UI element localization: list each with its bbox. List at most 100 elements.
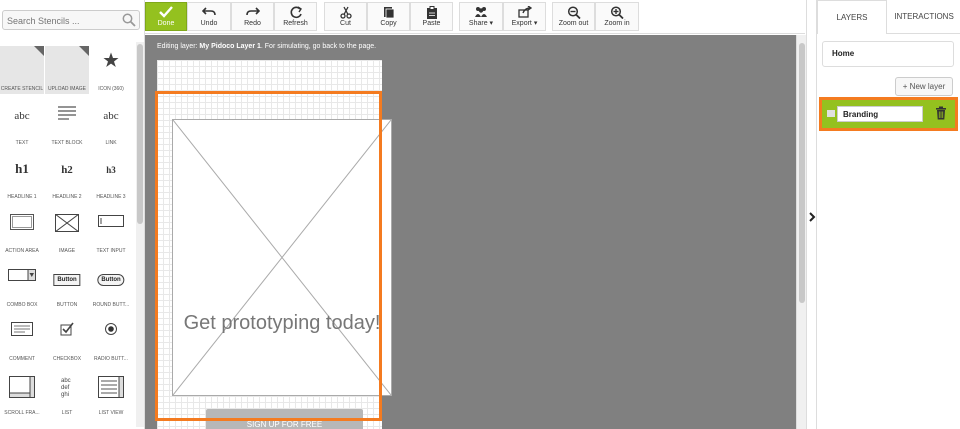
stencil-text-input[interactable]: TEXT INPUT bbox=[89, 208, 133, 256]
layer-visibility-checkbox[interactable] bbox=[827, 110, 835, 117]
button-icon: Button bbox=[53, 268, 81, 286]
stencil-image[interactable]: IMAGE bbox=[45, 208, 89, 256]
stencil-label: TEXT bbox=[15, 140, 29, 146]
copy-button[interactable]: Copy bbox=[367, 2, 410, 31]
stencil-label: SCROLL FRA... bbox=[4, 410, 40, 416]
stencil-label: LIST VIEW bbox=[98, 410, 124, 416]
tab-layers[interactable]: LAYERS bbox=[817, 0, 887, 34]
checkmark-icon bbox=[159, 6, 173, 18]
zoom-out-label: Zoom out bbox=[558, 20, 589, 27]
canvas[interactable]: Editing layer: My Pidoco Layer 1. For si… bbox=[145, 35, 796, 429]
scroll-frame-icon bbox=[9, 376, 35, 403]
undo-button[interactable]: Undo bbox=[187, 2, 231, 31]
list-view-icon bbox=[98, 376, 124, 403]
stencil-label: LIST bbox=[61, 410, 73, 416]
stencil-label: HEADLINE 3 bbox=[96, 194, 126, 200]
stencil-label: BUTTON bbox=[56, 302, 78, 308]
tab-interactions[interactable]: INTERACTIONS bbox=[887, 0, 960, 34]
stencil-scrollbar[interactable] bbox=[136, 42, 144, 427]
link-icon: abc bbox=[103, 106, 118, 124]
text-block-icon bbox=[58, 106, 76, 125]
layer-row-selected[interactable] bbox=[819, 97, 958, 131]
stencil-checkbox[interactable]: CHECKBOX bbox=[45, 316, 89, 364]
right-panel: LAYERS INTERACTIONS Home + New layer bbox=[816, 0, 960, 429]
scrollbar-thumb[interactable] bbox=[137, 44, 143, 224]
stencil-radio-button[interactable]: RADIO BUTT... bbox=[89, 316, 133, 364]
canvas-scrollbar[interactable] bbox=[796, 35, 806, 429]
stencil-text-block[interactable]: TEXT BLOCK bbox=[45, 100, 89, 148]
stencil-label: HEADLINE 2 bbox=[52, 194, 82, 200]
stencil-glyph: Button bbox=[97, 274, 125, 286]
refresh-button[interactable]: Refresh bbox=[274, 2, 317, 31]
svg-text:ghi: ghi bbox=[61, 392, 69, 398]
done-label: Done bbox=[157, 20, 175, 27]
stencil-h2[interactable]: h2 HEADLINE 2 bbox=[45, 154, 89, 202]
h3-icon: h3 bbox=[106, 160, 116, 178]
stencil-label: ACTION AREA bbox=[5, 248, 39, 254]
panel-tabs: LAYERS INTERACTIONS bbox=[817, 0, 960, 34]
layer-name-input[interactable] bbox=[837, 106, 923, 122]
stencil-combo-box[interactable]: COMBO BOX bbox=[0, 262, 44, 310]
stencil-list[interactable]: abc def ghi LIST bbox=[45, 370, 89, 418]
h1-icon: h1 bbox=[15, 160, 29, 178]
zoom-in-button[interactable]: Zoom in bbox=[595, 2, 639, 31]
redo-button[interactable]: Redo bbox=[231, 2, 274, 31]
undo-icon bbox=[202, 7, 216, 16]
note-suffix: . For simulating, go back to the page. bbox=[260, 43, 377, 50]
cut-button[interactable]: Cut bbox=[324, 2, 367, 31]
round-button-icon: Button bbox=[97, 268, 125, 286]
stencil-search[interactable] bbox=[2, 10, 140, 30]
stencil-upload-image[interactable]: UPLOAD IMAGE bbox=[45, 46, 89, 94]
stencil-round-button[interactable]: Button ROUND BUTT... bbox=[89, 262, 133, 310]
combo-box-icon bbox=[8, 268, 36, 286]
export-label: Export ▾ bbox=[511, 20, 538, 27]
app: CREATE STENCILUPLOAD IMAGE ICON (360) abc T… bbox=[0, 0, 960, 429]
paste-button[interactable]: Paste bbox=[410, 2, 453, 31]
copy-label: Copy bbox=[380, 20, 397, 27]
panel-collapse-strip[interactable] bbox=[806, 0, 816, 429]
stencil-comment[interactable]: COMMENT bbox=[0, 316, 44, 364]
cut-label: Cut bbox=[340, 20, 351, 27]
stencil-star[interactable]: ICON (360) bbox=[89, 46, 133, 94]
stencil-text[interactable]: abc TEXT bbox=[0, 100, 44, 148]
stencil-label: UPLOAD IMAGE bbox=[47, 86, 87, 92]
stencil-create-stencil[interactable]: CREATE STENCIL bbox=[0, 46, 44, 94]
stencil-label: HEADLINE 1 bbox=[7, 194, 37, 200]
stencil-h3[interactable]: h3 HEADLINE 3 bbox=[89, 154, 133, 202]
search-input[interactable] bbox=[3, 12, 115, 30]
undo-label: Undo bbox=[200, 20, 218, 27]
search-icon[interactable] bbox=[122, 13, 136, 27]
new-layer-button[interactable]: + New layer bbox=[895, 77, 953, 96]
done-button[interactable]: Done bbox=[145, 2, 187, 31]
copy-icon bbox=[383, 7, 394, 19]
users-icon bbox=[475, 7, 487, 17]
stencil-scroll-frame[interactable]: SCROLL FRA... bbox=[0, 370, 44, 418]
share-button[interactable]: Share ▾ bbox=[459, 2, 503, 31]
trash-icon[interactable] bbox=[935, 106, 947, 120]
stencil-label: ROUND BUTT... bbox=[92, 302, 130, 308]
stencil-panel: CREATE STENCILUPLOAD IMAGE ICON (360) abc T… bbox=[0, 0, 145, 429]
page-home-item[interactable]: Home bbox=[822, 41, 954, 67]
image-icon bbox=[54, 213, 80, 237]
redo-icon bbox=[245, 7, 260, 16]
zoom-in-icon bbox=[610, 6, 624, 19]
comment-icon bbox=[11, 322, 33, 343]
stencil-label: LINK bbox=[105, 140, 117, 146]
stencil-label: TEXT BLOCK bbox=[51, 140, 83, 146]
stencil-h1[interactable]: h1 HEADLINE 1 bbox=[0, 154, 44, 202]
h2-icon: h2 bbox=[61, 160, 73, 178]
stencil-corner-marker bbox=[79, 46, 89, 56]
stencil-action-area[interactable]: ACTION AREA bbox=[0, 208, 44, 256]
stencil-list-view[interactable]: LIST VIEW bbox=[89, 370, 133, 418]
chevron-right-icon[interactable] bbox=[808, 212, 816, 222]
list-icon: abc def ghi bbox=[59, 376, 75, 403]
scrollbar-thumb[interactable] bbox=[799, 43, 805, 303]
zoom-out-button[interactable]: Zoom out bbox=[552, 2, 595, 31]
export-button[interactable]: Export ▾ bbox=[503, 2, 546, 31]
refresh-label: Refresh bbox=[283, 20, 308, 27]
star-icon bbox=[103, 52, 119, 73]
stencil-button[interactable]: Button BUTTON bbox=[45, 262, 89, 310]
stencil-label: IMAGE bbox=[58, 248, 76, 254]
stencil-label: COMBO BOX bbox=[6, 302, 38, 308]
stencil-link[interactable]: abc LINK bbox=[89, 100, 133, 148]
